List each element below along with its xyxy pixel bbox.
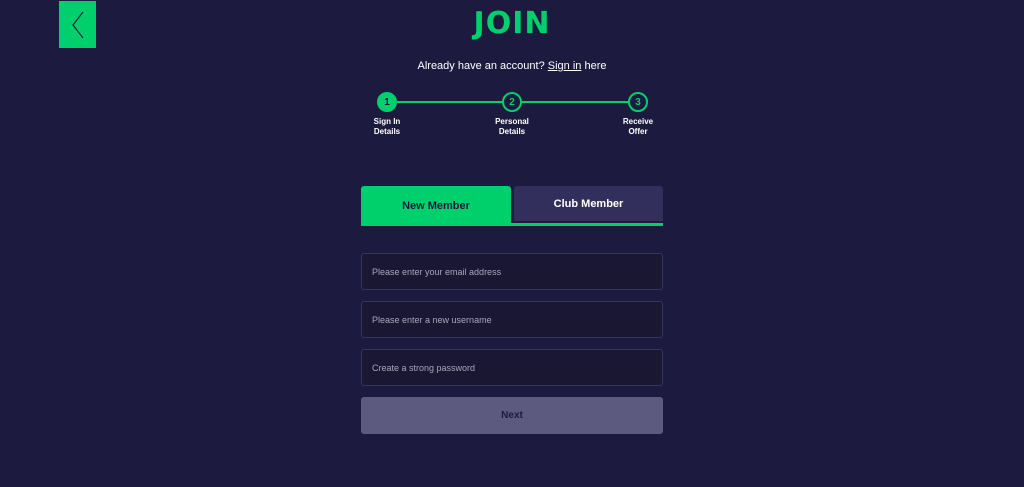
step-1-number: 1 xyxy=(384,96,390,108)
step-3-number: 3 xyxy=(635,96,641,108)
step-2-circle: 2 xyxy=(502,92,522,112)
step-3-label-line1: Receive xyxy=(622,117,654,126)
step-3-circle: 3 xyxy=(628,92,648,112)
tab-underline xyxy=(361,223,663,226)
tab-club-member[interactable]: Club Member xyxy=(514,186,663,221)
step-2-label-line2: Details xyxy=(498,127,526,136)
page-title: JOIN xyxy=(473,6,551,41)
next-button[interactable]: Next xyxy=(361,397,663,434)
step-1-circle: 1 xyxy=(377,92,397,112)
signin-link[interactable]: Sign in xyxy=(548,60,582,72)
member-type-tabs: New Member Club Member xyxy=(361,186,663,226)
step-connector-2 xyxy=(522,101,638,103)
signin-suffix: here xyxy=(584,60,607,72)
email-input[interactable] xyxy=(361,253,663,290)
step-3-label-line2: Offer xyxy=(628,127,648,136)
progress-stepper: 1 2 3 Sign In Details Personal Details R… xyxy=(374,92,653,142)
tab-new-member[interactable]: New Member xyxy=(361,186,511,226)
password-input[interactable] xyxy=(361,349,663,386)
step-2-label-line1: Personal xyxy=(495,117,529,126)
username-input[interactable] xyxy=(361,301,663,338)
signin-prefix: Already have an account? xyxy=(417,60,545,72)
step-connector-1 xyxy=(397,101,513,103)
step-1-label-line1: Sign In xyxy=(373,117,401,126)
step-2-label: Personal Details xyxy=(482,117,542,137)
step-3-label: Receive Offer xyxy=(608,117,668,137)
join-page: JOIN Already have an account? Sign in he… xyxy=(0,0,1024,487)
signin-prompt: Already have an account? Sign in here xyxy=(0,60,1024,72)
step-2-number: 2 xyxy=(509,96,515,108)
step-1-label: Sign In Details xyxy=(357,117,417,137)
step-1-label-line2: Details xyxy=(373,127,401,136)
